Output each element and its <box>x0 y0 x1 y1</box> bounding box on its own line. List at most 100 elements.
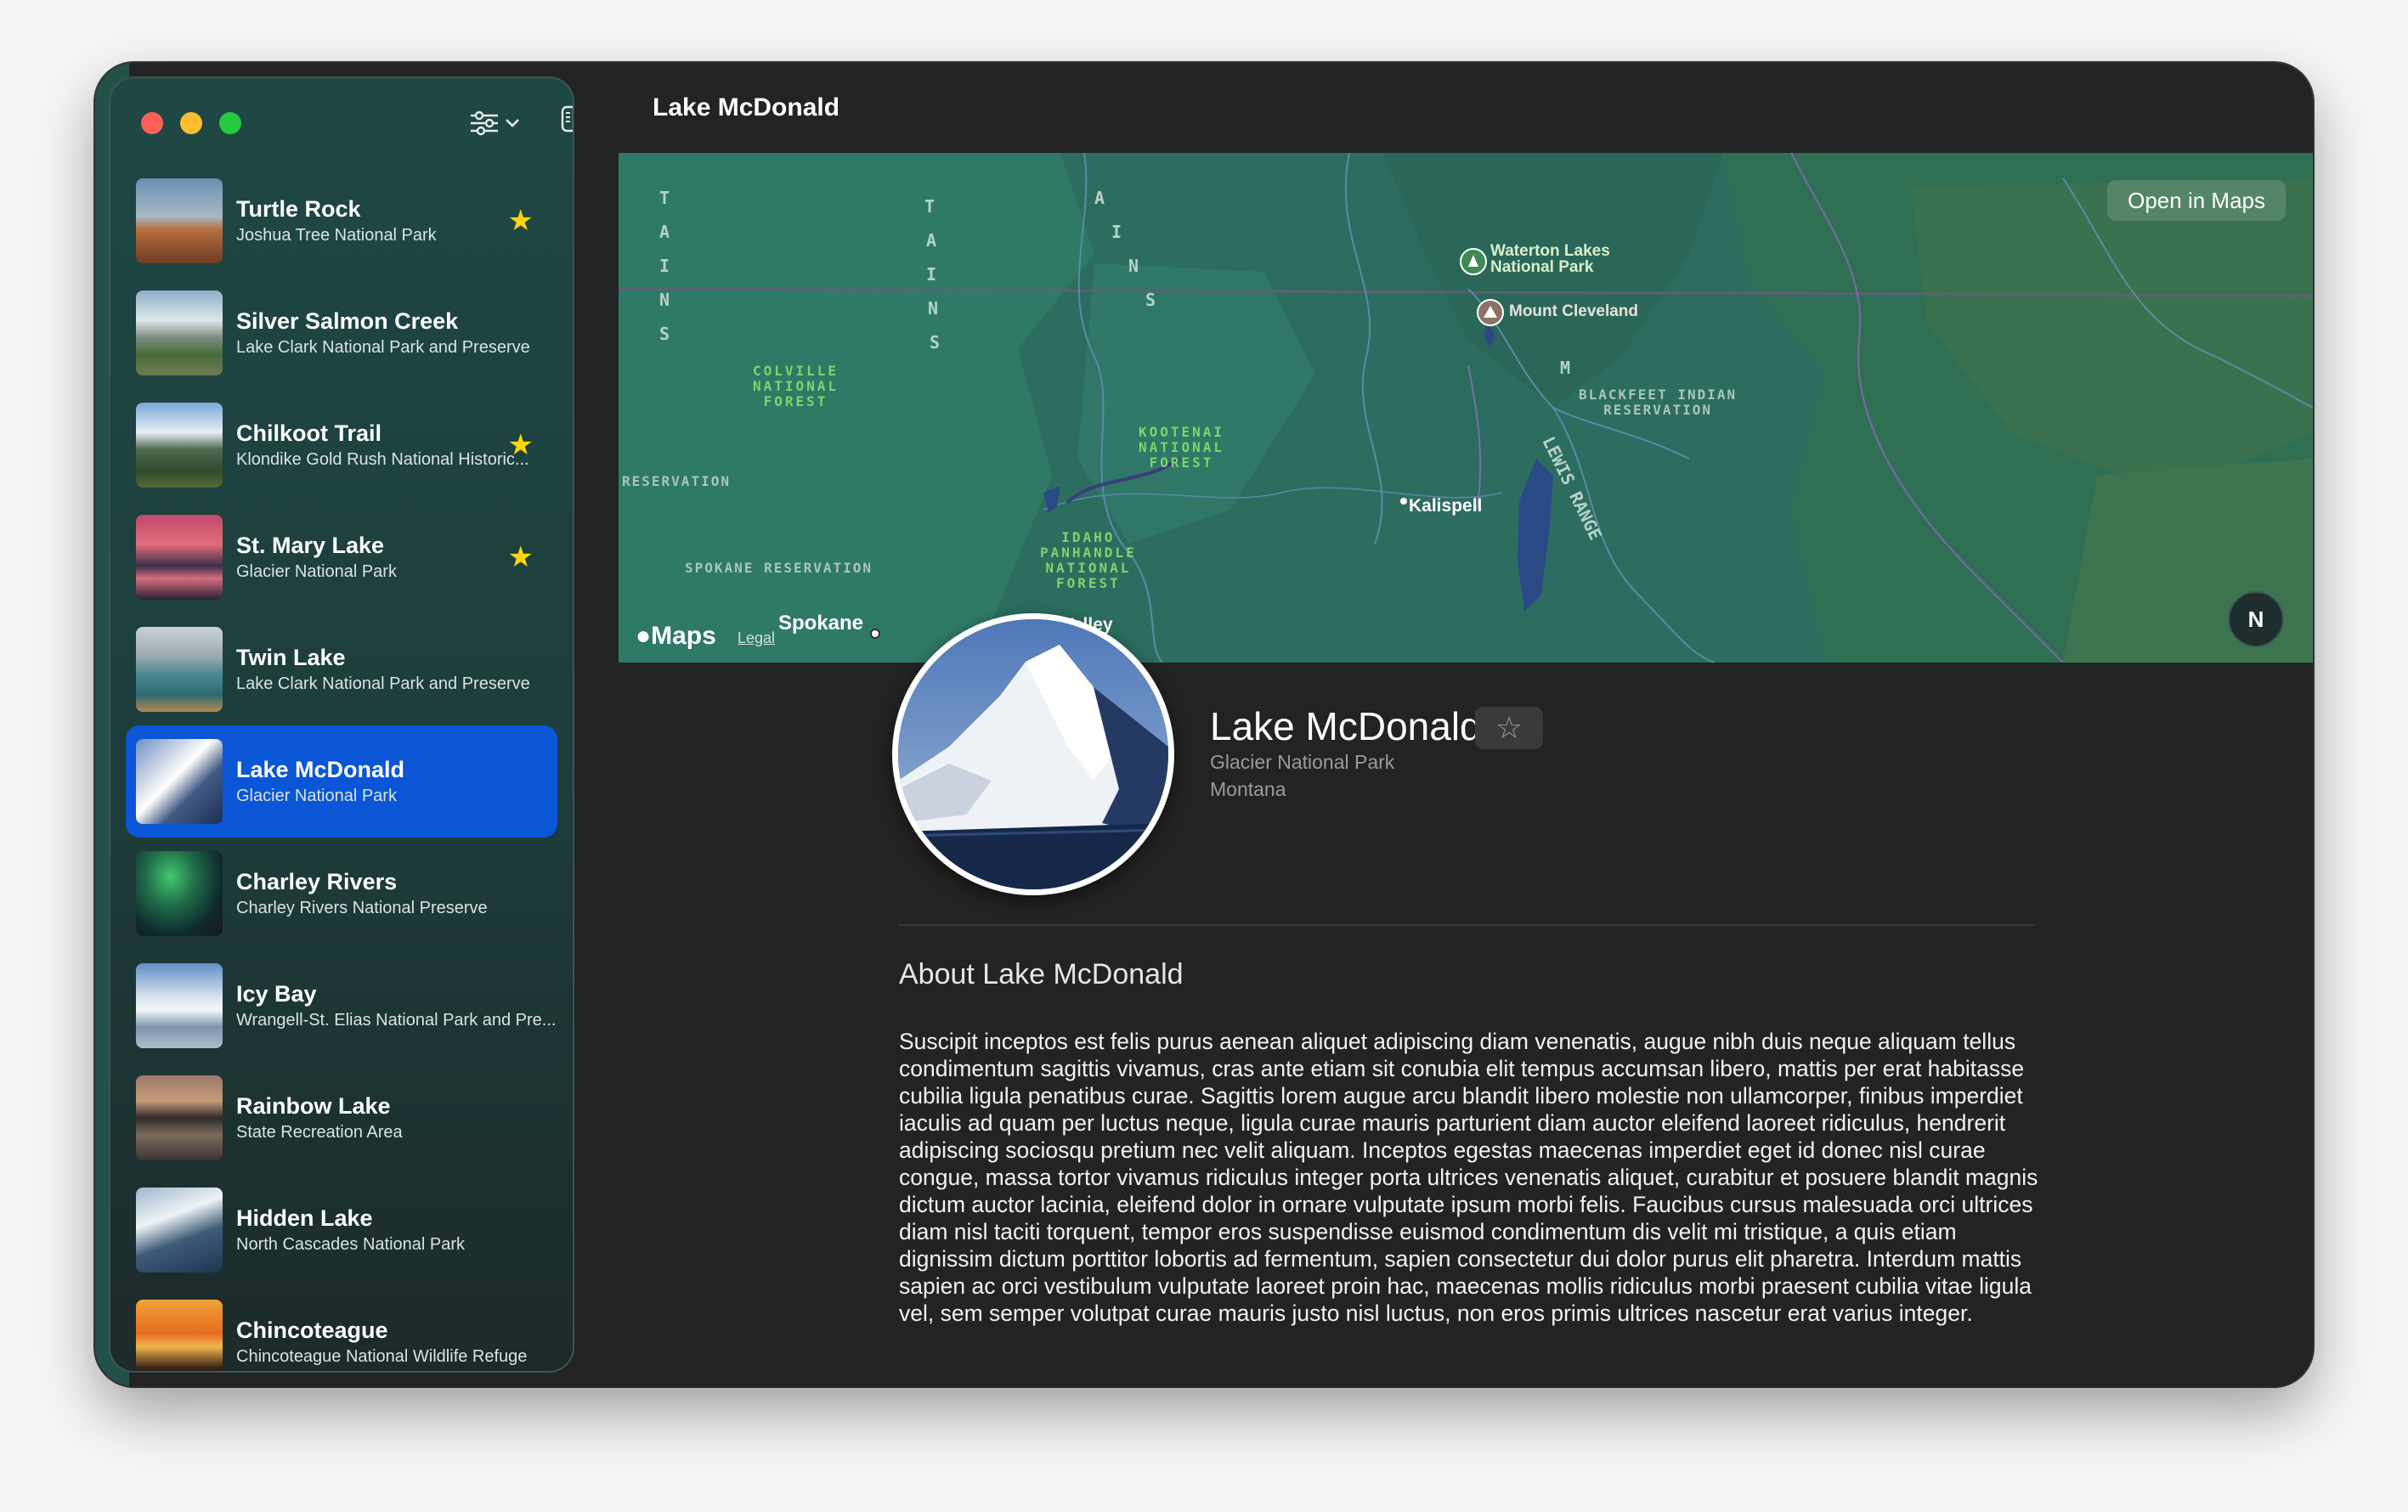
thumbnail-image <box>136 1300 223 1371</box>
list-item-title: Turtle Rock <box>236 196 361 222</box>
star-outline-icon: ☆ <box>1495 710 1523 745</box>
list-item-subtitle: Charley Rivers National Preserve <box>236 899 488 917</box>
svg-text:S: S <box>1145 290 1156 310</box>
list-item-text: Charley Rivers Charley Rivers National P… <box>236 867 488 920</box>
about-description: Suscipit inceptos est felis purus aenean… <box>899 1029 2038 1326</box>
list-item[interactable]: Chilkoot Trail Klondike Gold Rush Nation… <box>126 389 557 501</box>
favorite-star-icon: ★ <box>507 541 534 573</box>
map-label-waterton: Waterton Lakes National Park <box>1490 242 1610 276</box>
close-window-button[interactable] <box>141 112 163 134</box>
svg-text:M: M <box>1560 358 1570 378</box>
list-item-text: Twin Lake Lake Clark National Park and P… <box>236 643 530 696</box>
landmark-park: Glacier National Park <box>1210 751 1395 773</box>
zoom-window-button[interactable] <box>219 112 241 134</box>
svg-text:A: A <box>1094 188 1105 208</box>
list-item-text: Lake McDonald Glacier National Park <box>236 755 404 808</box>
list-item-text: Turtle Rock Joshua Tree National Park <box>236 195 437 247</box>
svg-text:S: S <box>930 332 940 353</box>
svg-text:S: S <box>659 324 670 344</box>
list-item-title: Lake McDonald <box>236 757 405 782</box>
thumbnail-image <box>136 627 223 712</box>
map-label-reservation: RESERVATION <box>622 473 731 489</box>
list-item-title: Silver Salmon Creek <box>236 308 459 334</box>
list-item-subtitle: Klondike Gold Rush National Historic... <box>236 450 529 469</box>
list-item-subtitle: Chincoteague National Wildlife Refuge <box>236 1347 528 1366</box>
list-item-text: Chilkoot Trail Klondike Gold Rush Nation… <box>236 419 529 471</box>
list-item-title: Icy Bay <box>236 981 317 1007</box>
list-item[interactable]: Twin Lake Lake Clark National Park and P… <box>126 613 557 725</box>
window-controls <box>141 112 241 134</box>
compass-icon[interactable]: N <box>2228 591 2284 647</box>
map-label-idaho-panhandle: IDAHO PANHANDLE NATIONAL FOREST <box>1040 529 1137 591</box>
svg-text:T: T <box>659 188 670 208</box>
list-item-text: Hidden Lake North Cascades National Park <box>236 1204 465 1256</box>
list-item-text: Rainbow Lake State Recreation Area <box>236 1092 403 1144</box>
svg-text:I: I <box>1111 222 1122 242</box>
map-legal-link[interactable]: Legal <box>738 629 775 647</box>
list-item-title: Charley Rivers <box>236 869 398 894</box>
mountain-photo <box>898 619 1168 889</box>
favorite-star-icon: ★ <box>507 429 534 461</box>
thumbnail-image <box>136 1075 223 1160</box>
favorite-toggle-button[interactable]: ☆ <box>1475 707 1543 749</box>
sliders-icon <box>471 110 498 136</box>
svg-text:A: A <box>659 222 670 242</box>
list-item-title: Chincoteague <box>236 1317 388 1343</box>
chevron-down-icon <box>506 119 519 127</box>
map-terrain: TAINS TAINS AINS M <box>619 153 2313 663</box>
favorite-star-icon: ★ <box>507 205 534 237</box>
map-label-colville: COLVILLE NATIONAL FOREST <box>753 363 839 409</box>
list-item-subtitle: Joshua Tree National Park <box>236 226 437 245</box>
thumbnail-image <box>136 403 223 488</box>
window-title: Lake McDonald <box>653 93 840 121</box>
list-item-subtitle: Glacier National Park <box>236 562 397 581</box>
list-item-subtitle: Lake Clark National Park and Preserve <box>236 338 530 357</box>
open-in-maps-button[interactable]: Open in Maps <box>2107 180 2286 221</box>
list-item-title: St. Mary Lake <box>236 533 385 558</box>
landmark-list: Turtle Rock Joshua Tree National Park ★ … <box>126 165 557 1371</box>
list-item-title: Rainbow Lake <box>236 1093 391 1119</box>
list-item-text: Icy Bay Wrangell-St. Elias National Park… <box>236 979 556 1032</box>
list-item-title: Chilkoot Trail <box>236 420 382 446</box>
sidebar-icon <box>561 105 573 133</box>
landmark-state: Montana <box>1210 778 1286 800</box>
sidebar-toggle-button[interactable] <box>561 105 573 141</box>
landmark-name: Lake McDonald <box>1210 704 1482 748</box>
filter-menu-button[interactable] <box>464 105 525 141</box>
list-item-title: Hidden Lake <box>236 1205 373 1231</box>
list-item-subtitle: North Cascades National Park <box>236 1235 466 1254</box>
list-item[interactable]: Icy Bay Wrangell-St. Elias National Park… <box>126 950 557 1062</box>
svg-text:T: T <box>924 196 935 217</box>
map-label-mount-cleveland: Mount Cleveland <box>1509 302 1639 320</box>
map-label-kalispell: Kalispell <box>1409 496 1483 516</box>
map-view[interactable]: TAINS TAINS AINS M Open in Maps COLVILLE… <box>619 153 2313 663</box>
list-item[interactable]: Silver Salmon Creek Lake Clark National … <box>126 277 557 389</box>
svg-text:N: N <box>928 298 938 319</box>
map-label-spokane: Spokane <box>778 612 864 635</box>
thumbnail-image <box>136 291 223 375</box>
minimize-window-button[interactable] <box>180 112 202 134</box>
maps-logo: ●Maps <box>636 622 716 650</box>
list-item-subtitle: Lake Clark National Park and Preserve <box>236 674 530 693</box>
map-label-spokane-reservation: SPOKANE RESERVATION <box>685 560 873 576</box>
svg-text:I: I <box>659 256 670 276</box>
thumbnail-image <box>136 515 223 600</box>
list-item[interactable]: Charley Rivers Charley Rivers National P… <box>126 838 557 950</box>
list-item[interactable]: Hidden Lake North Cascades National Park <box>126 1174 557 1286</box>
list-item-selected[interactable]: Lake McDonald Glacier National Park <box>126 725 557 838</box>
svg-text:A: A <box>926 230 936 251</box>
app-window: Turtle Rock Joshua Tree National Park ★ … <box>95 63 2313 1386</box>
thumbnail-image <box>136 1188 223 1272</box>
map-label-blackfeet: BLACKFEET INDIAN RESERVATION <box>1579 386 1738 418</box>
svg-text:N: N <box>659 290 670 310</box>
thumbnail-image <box>136 739 223 824</box>
list-item-subtitle: Glacier National Park <box>236 787 397 805</box>
list-item[interactable]: St. Mary Lake Glacier National Park ★ <box>126 501 557 613</box>
list-item[interactable]: Turtle Rock Joshua Tree National Park ★ <box>126 165 557 277</box>
list-item[interactable]: Rainbow Lake State Recreation Area <box>126 1062 557 1174</box>
list-item-subtitle: State Recreation Area <box>236 1123 403 1142</box>
list-item[interactable]: Chincoteague Chincoteague National Wildl… <box>126 1286 557 1371</box>
list-item-text: Silver Salmon Creek Lake Clark National … <box>236 307 530 359</box>
about-heading: About Lake McDonald <box>899 958 1184 990</box>
list-item-title: Twin Lake <box>236 645 346 670</box>
